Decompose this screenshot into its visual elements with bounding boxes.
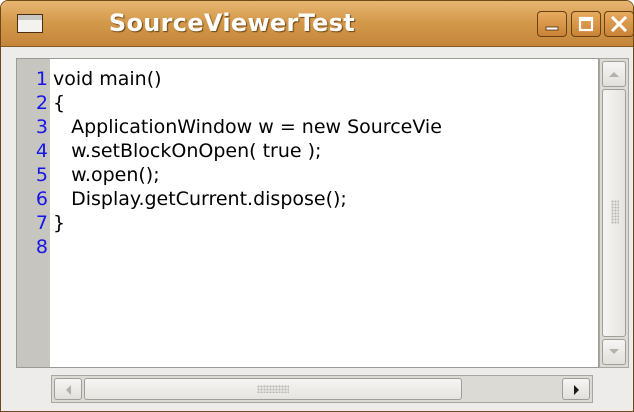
code-text: ApplicationWindow w = new SourceVie bbox=[53, 116, 442, 138]
source-viewer[interactable]: 1 void main() 2 { 3 ApplicationWindow w … bbox=[16, 58, 599, 368]
close-icon bbox=[610, 16, 628, 32]
line-number: 4 bbox=[35, 140, 48, 162]
minimize-icon bbox=[545, 26, 559, 31]
line-number: 8 bbox=[35, 236, 48, 258]
code-text: Display.getCurrent.dispose(); bbox=[53, 188, 347, 210]
code-text: void main() bbox=[53, 68, 162, 90]
line-number: 1 bbox=[35, 68, 48, 90]
scroll-down-button[interactable] bbox=[602, 339, 626, 365]
code-text: w.setBlockOnOpen( true ); bbox=[53, 140, 322, 162]
horizontal-scrollbar[interactable] bbox=[51, 375, 593, 403]
minimize-button[interactable] bbox=[537, 11, 567, 37]
grip-icon bbox=[257, 385, 289, 393]
line-number: 6 bbox=[35, 188, 48, 210]
window-title: SourceViewerTest bbox=[108, 9, 356, 37]
code-text: w.open(); bbox=[53, 164, 160, 186]
arrow-up-icon bbox=[609, 72, 619, 77]
line-number: 3 bbox=[35, 116, 48, 138]
line-number: 7 bbox=[35, 212, 48, 234]
title-bar[interactable]: SourceViewerTest bbox=[1, 1, 633, 47]
horizontal-scroll-thumb[interactable] bbox=[84, 378, 462, 400]
vertical-scrollbar[interactable] bbox=[599, 58, 629, 368]
vertical-scroll-thumb[interactable] bbox=[602, 89, 626, 337]
line-number: 2 bbox=[35, 92, 48, 114]
maximize-button[interactable] bbox=[571, 11, 601, 37]
scroll-left-button[interactable] bbox=[54, 378, 82, 400]
code-text: } bbox=[53, 212, 66, 234]
scroll-right-button[interactable] bbox=[562, 378, 590, 400]
code-text: { bbox=[53, 92, 66, 114]
maximize-icon bbox=[578, 16, 594, 32]
application-window: SourceViewerTest 1 void main() 2 {3 App… bbox=[0, 0, 634, 412]
scroll-up-button[interactable] bbox=[602, 61, 626, 87]
line-number: 5 bbox=[35, 164, 48, 186]
arrow-right-icon bbox=[574, 385, 579, 395]
arrow-left-icon bbox=[66, 385, 71, 395]
grip-icon bbox=[611, 200, 619, 224]
close-button[interactable] bbox=[604, 11, 633, 37]
arrow-down-icon bbox=[609, 349, 619, 354]
